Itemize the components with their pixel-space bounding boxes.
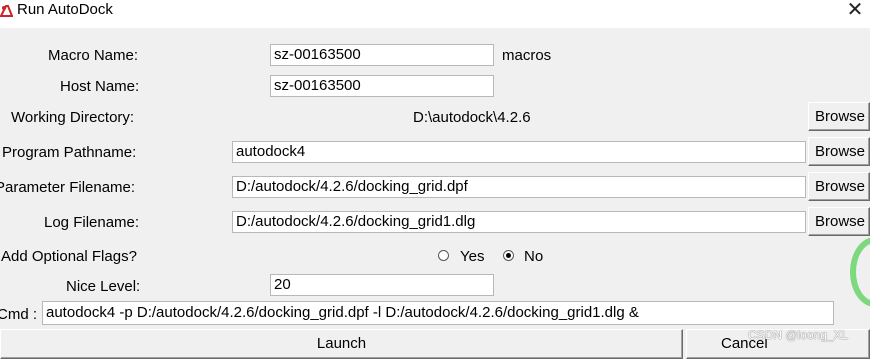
program-pathname-label: Program Pathname: xyxy=(2,144,137,161)
title-bar: Run AutoDock ✕ xyxy=(0,0,870,28)
working-directory-value: D:\autodock\4.2.6 xyxy=(413,109,531,126)
launch-button[interactable]: Launch xyxy=(0,329,683,359)
log-filename-input[interactable]: D:/autodock/4.2.6/docking_grid1.dlg xyxy=(232,211,806,233)
program-pathname-input[interactable]: autodock4 xyxy=(232,141,806,163)
host-name-label: Host Name: xyxy=(60,78,140,95)
parameter-filename-label: Parameter Filename: xyxy=(0,179,136,196)
nice-level-label: Nice Level: xyxy=(66,278,141,295)
autodock-icon xyxy=(0,5,13,17)
working-directory-label: Working Directory: xyxy=(11,109,135,126)
macros-label: macros xyxy=(502,47,552,64)
optional-flags-label: Add Optional Flags? xyxy=(1,248,137,265)
flags-no-label[interactable]: No xyxy=(524,248,543,266)
program-pathname-browse-button[interactable]: Browse xyxy=(808,137,870,166)
nice-level-input[interactable]: 20 xyxy=(270,274,494,296)
watermark: CSDN @loong_XL xyxy=(748,328,849,342)
parameter-filename-browse-button[interactable]: Browse xyxy=(808,172,870,201)
log-filename-browse-button[interactable]: Browse xyxy=(808,207,870,236)
cmd-input[interactable]: autodock4 -p D:/autodock/4.2.6/docking_g… xyxy=(42,301,834,325)
macro-name-input[interactable]: sz-00163500 xyxy=(270,44,494,66)
parameter-filename-input[interactable]: D:/autodock/4.2.6/docking_grid.dpf xyxy=(232,176,806,198)
window-title: Run AutoDock xyxy=(17,1,113,18)
flags-no-radio[interactable] xyxy=(503,250,514,261)
flags-yes-label[interactable]: Yes xyxy=(460,248,484,266)
cmd-label: Cmd : xyxy=(0,306,38,323)
flags-yes-radio[interactable] xyxy=(438,250,449,261)
host-name-input[interactable]: sz-00163500 xyxy=(270,75,494,97)
working-directory-browse-button[interactable]: Browse xyxy=(808,102,870,131)
log-filename-label: Log Filename: xyxy=(44,214,140,231)
macro-name-label: Macro Name: xyxy=(48,47,139,64)
close-icon[interactable]: ✕ xyxy=(840,0,870,22)
